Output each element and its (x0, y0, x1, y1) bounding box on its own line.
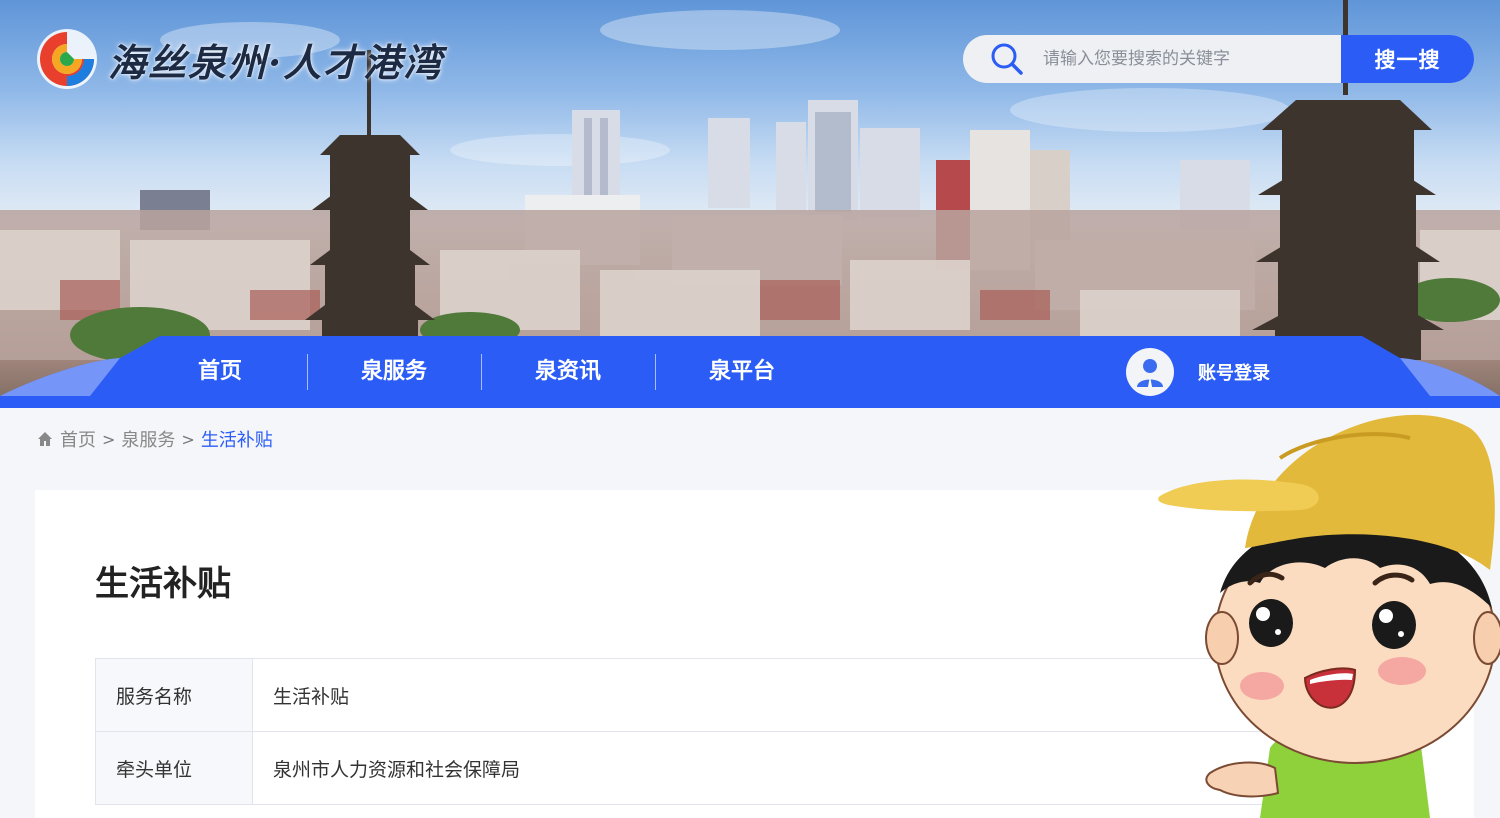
nav-item-platform[interactable]: 泉平台 (655, 352, 829, 392)
nav-item-services[interactable]: 泉服务 (307, 352, 481, 392)
site-logo[interactable]: 海丝泉州·人才港湾 (34, 26, 443, 92)
row-label: 服务名称 (95, 658, 253, 732)
nav-item-home[interactable]: 首页 (133, 352, 307, 392)
page-title: 生活补贴 (95, 564, 231, 604)
nav-menu: 首页 泉服务 泉资讯 泉平台 (133, 336, 829, 408)
search-input[interactable] (1043, 49, 1341, 69)
login-link[interactable]: 账号登录 (1198, 359, 1270, 385)
logo-text: 海丝泉州·人才港湾 (108, 39, 444, 85)
breadcrumb-services[interactable]: 泉服务 (121, 426, 175, 452)
search-button[interactable]: 搜一搜 (1341, 35, 1474, 83)
home-icon (38, 432, 52, 446)
row-label: 牵头单位 (95, 731, 253, 805)
logo-swirl-icon (37, 29, 97, 89)
search-icon (991, 43, 1023, 75)
breadcrumb: 首页 > 泉服务 > 生活补贴 (36, 426, 273, 452)
nav-item-news[interactable]: 泉资讯 (481, 352, 655, 392)
user-icon (1137, 359, 1163, 387)
breadcrumb-separator: > (102, 429, 116, 449)
search-bar: 搜一搜 (963, 35, 1474, 83)
breadcrumb-home[interactable]: 首页 (60, 426, 96, 452)
mascot-assistant[interactable] (1150, 388, 1500, 818)
breadcrumb-current: 生活补贴 (200, 430, 273, 451)
breadcrumb-separator: > (181, 429, 195, 449)
